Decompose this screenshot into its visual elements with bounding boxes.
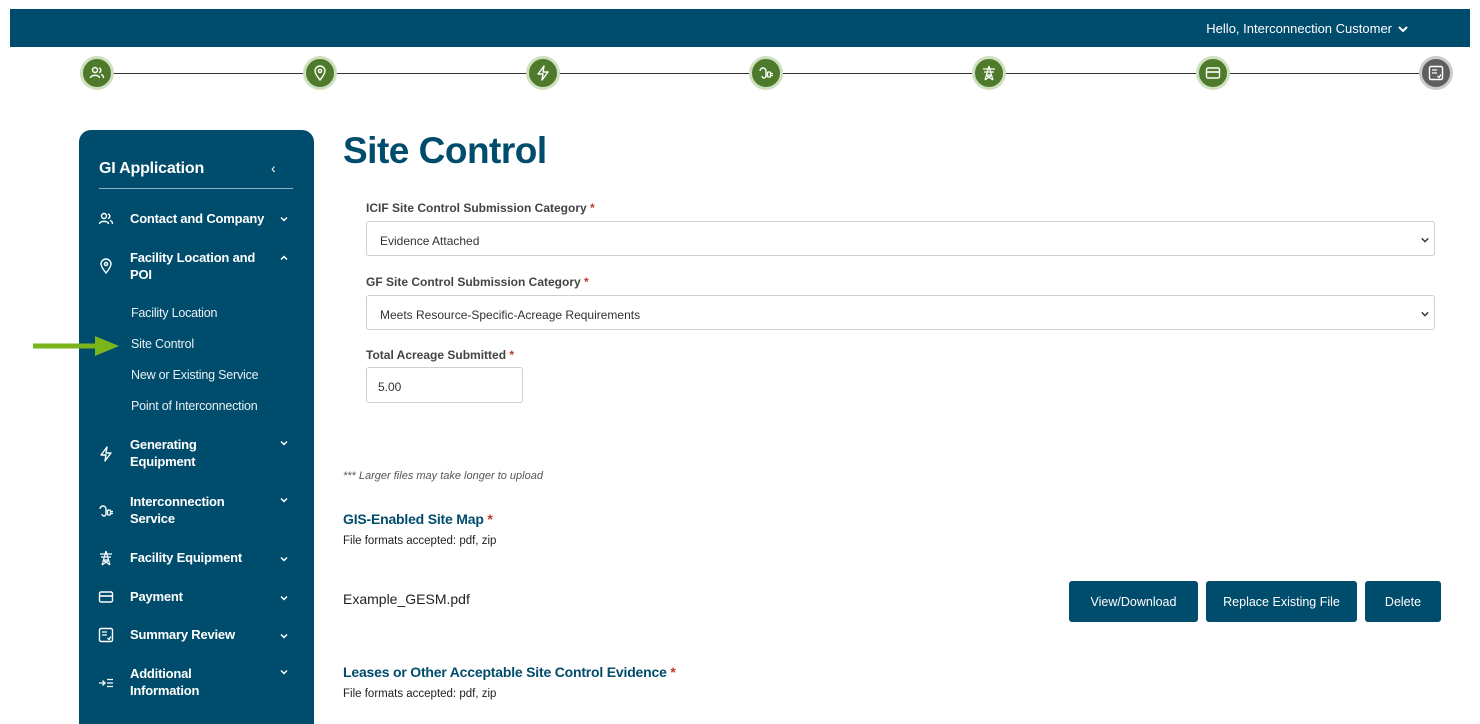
- gf-category-label: GF Site Control Submission Category *: [366, 275, 589, 289]
- map-pin-icon: [97, 257, 115, 275]
- delete-button[interactable]: Delete: [1365, 581, 1441, 622]
- sidebar-subitem-facility-location[interactable]: Facility Location: [131, 306, 217, 320]
- annotation-arrow: [33, 336, 119, 356]
- lease-evidence-title: Leases or Other Acceptable Site Control …: [343, 664, 676, 680]
- lease-file-formats: File formats accepted: pdf, zip: [343, 688, 497, 700]
- credit-card-icon: [97, 588, 115, 606]
- chevron-down-icon: [280, 440, 288, 446]
- sidebar-item-facility-equipment[interactable]: Facility Equipment: [97, 549, 297, 567]
- step-interconnection[interactable]: [749, 56, 783, 90]
- sidebar-item-label: Payment: [130, 589, 183, 604]
- sidebar-subitem-new-existing-service[interactable]: New or Existing Service: [131, 368, 259, 382]
- sidebar-subitem-point-of-interconnection[interactable]: Point of Interconnection: [131, 399, 258, 413]
- sidebar-item-additional-information[interactable]: Additional Information: [97, 665, 297, 699]
- lightning-icon: [537, 65, 549, 81]
- sidebar-collapse-button[interactable]: ‹: [271, 160, 276, 176]
- sidebar-item-interconnection-service[interactable]: Interconnection Service: [97, 493, 297, 527]
- acreage-label: Total Acreage Submitted *: [366, 348, 515, 362]
- sidebar-nav: GI Application ‹ Contact and Company Fac…: [79, 130, 314, 724]
- step-payment[interactable]: [1196, 56, 1230, 90]
- replace-file-button[interactable]: Replace Existing File: [1206, 581, 1357, 622]
- users-icon: [89, 66, 105, 79]
- sidebar-item-label: Facility Location and POI: [130, 250, 256, 282]
- lightning-icon: [97, 445, 115, 463]
- sidebar-divider: [99, 188, 293, 189]
- step-generating[interactable]: [526, 56, 560, 90]
- map-pin-icon: [314, 65, 326, 81]
- sidebar-subitem-site-control[interactable]: Site Control: [131, 337, 194, 351]
- icif-category-label: ICIF Site Control Submission Category *: [366, 201, 595, 215]
- sidebar-item-label: Summary Review: [130, 627, 235, 642]
- step-contact[interactable]: [80, 56, 114, 90]
- plug-icon: [97, 502, 115, 520]
- uploaded-file-name: Example_GESM.pdf: [343, 591, 470, 607]
- checklist-icon: [1428, 65, 1444, 81]
- transmission-tower-icon: [983, 65, 995, 81]
- user-menu[interactable]: Hello, Interconnection Customer: [1206, 21, 1408, 36]
- view-download-button[interactable]: View/Download: [1069, 581, 1198, 622]
- plug-icon: [759, 67, 773, 79]
- chevron-down-icon: [1421, 311, 1429, 317]
- arrow-list-icon: [97, 674, 115, 692]
- step-facility-equipment[interactable]: [972, 56, 1006, 90]
- sidebar-item-label: Additional Information: [130, 666, 200, 698]
- chevron-up-icon: [280, 255, 288, 261]
- page-title: Site Control: [343, 130, 547, 171]
- chevron-down-icon: [280, 595, 288, 601]
- upload-note: *** Larger files may take longer to uplo…: [343, 470, 543, 482]
- gis-file-formats: File formats accepted: pdf, zip: [343, 535, 497, 547]
- chevron-down-icon: [280, 497, 288, 503]
- sidebar-title: GI Application: [99, 160, 205, 177]
- gf-category-select[interactable]: Meets Resource-Specific-Acreage Requirem…: [366, 295, 1435, 330]
- chevron-down-icon: [1398, 25, 1408, 32]
- top-bar: Hello, Interconnection Customer: [10, 9, 1470, 47]
- credit-card-icon: [1205, 67, 1221, 79]
- chevron-down-icon: [280, 669, 288, 675]
- step-summary[interactable]: [1419, 56, 1453, 90]
- step-location[interactable]: [303, 56, 337, 90]
- acreage-input[interactable]: 5.00: [366, 367, 523, 403]
- gis-site-map-title: GIS-Enabled Site Map *: [343, 511, 493, 527]
- chevron-down-icon: [280, 633, 288, 639]
- users-icon: [97, 210, 115, 228]
- sidebar-item-facility-location-poi[interactable]: Facility Location and POI: [97, 249, 297, 283]
- sidebar-item-contact-company[interactable]: Contact and Company: [97, 210, 297, 228]
- greeting-text: Hello, Interconnection Customer: [1206, 21, 1392, 36]
- sidebar-item-label: Contact and Company: [130, 211, 265, 226]
- sidebar-item-generating-equipment[interactable]: Generating Equipment: [97, 436, 297, 470]
- chevron-down-icon: [280, 556, 288, 562]
- gf-category-value: Meets Resource-Specific-Acreage Requirem…: [380, 308, 641, 322]
- sidebar-item-summary-review[interactable]: Summary Review: [97, 626, 297, 644]
- chevron-down-icon: [280, 216, 288, 222]
- icif-category-value: Evidence Attached: [380, 234, 480, 248]
- sidebar-item-label: Generating Equipment: [130, 437, 197, 469]
- chevron-down-icon: [1421, 237, 1429, 243]
- sidebar-item-label: Facility Equipment: [130, 550, 242, 565]
- icif-category-select[interactable]: Evidence Attached: [366, 221, 1435, 256]
- sidebar-item-payment[interactable]: Payment: [97, 588, 297, 606]
- checklist-icon: [97, 626, 115, 644]
- transmission-tower-icon: [97, 549, 115, 567]
- sidebar-item-label: Interconnection Service: [130, 494, 225, 526]
